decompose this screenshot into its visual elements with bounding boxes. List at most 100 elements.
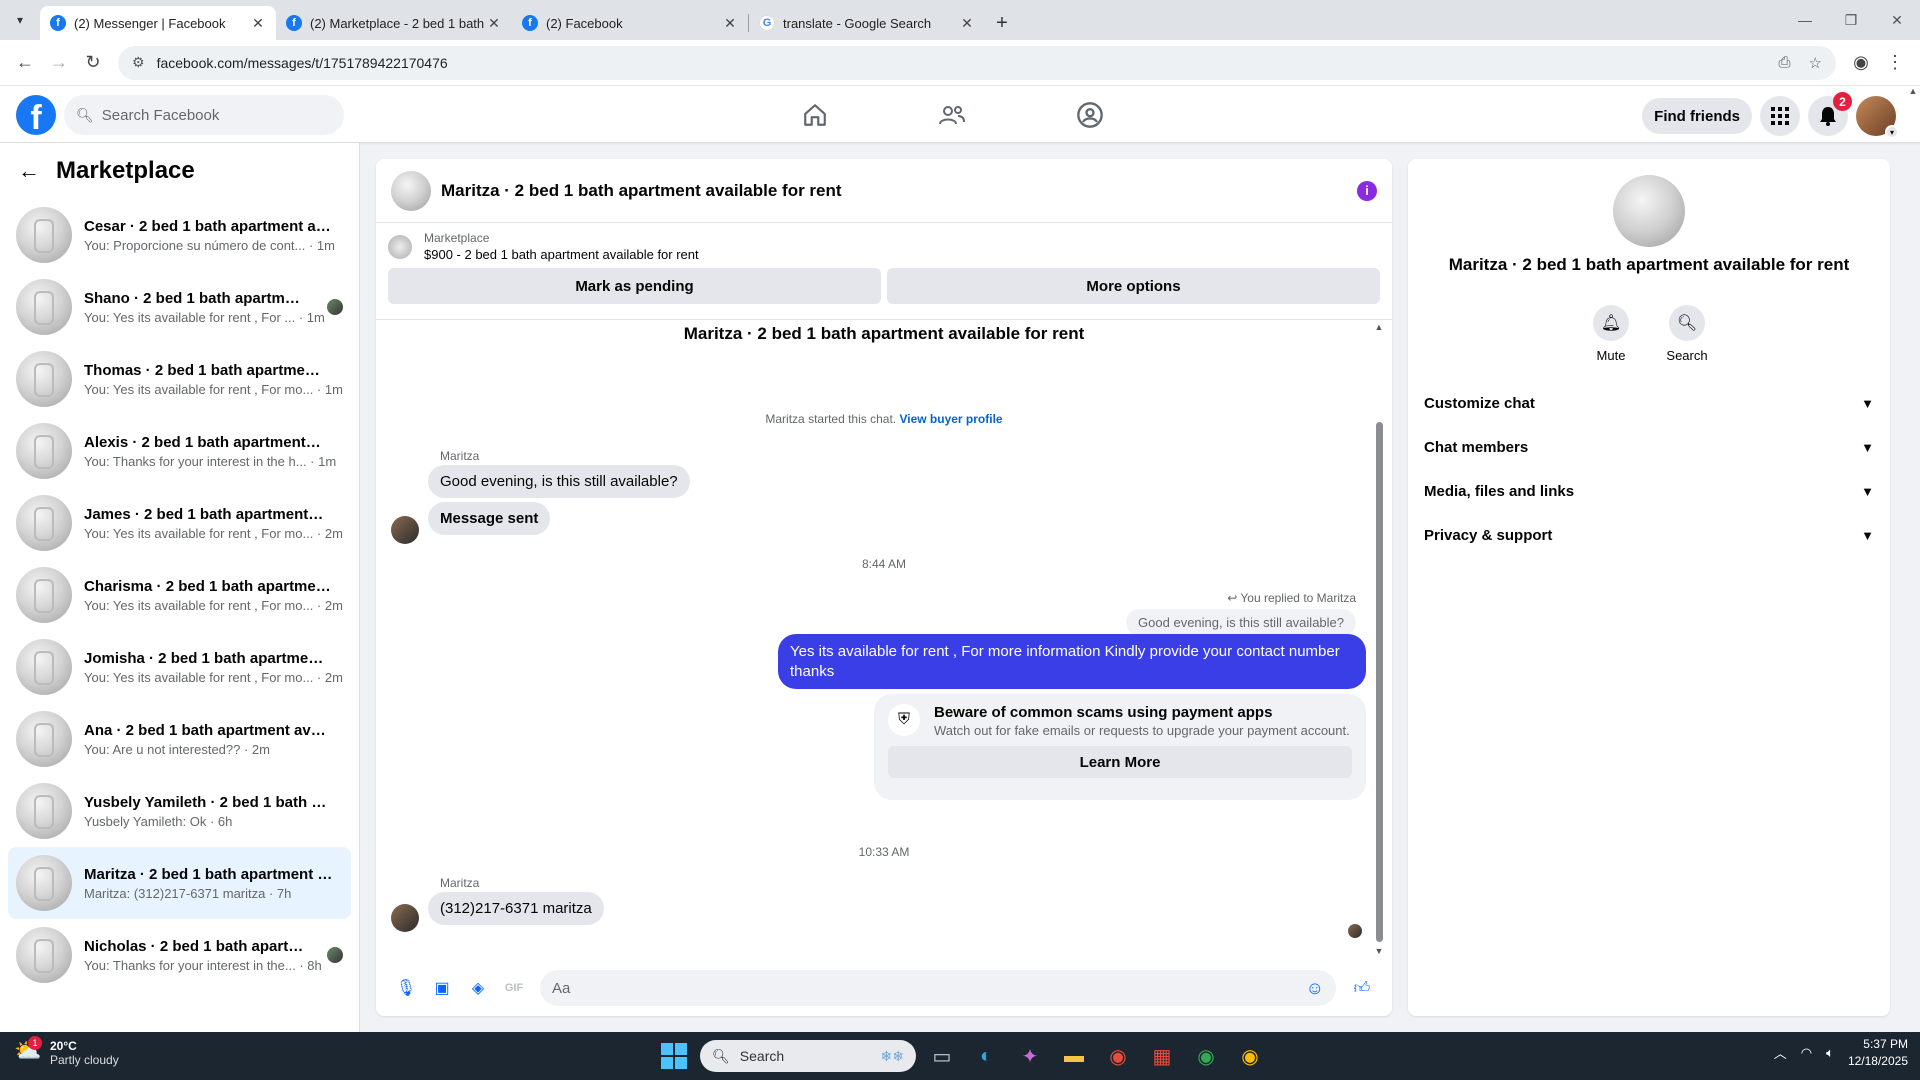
groups-nav-icon[interactable] xyxy=(1060,94,1120,136)
conversation-item[interactable]: Alexis · 2 bed 1 bath apartment availabl… xyxy=(8,415,351,487)
account-avatar[interactable]: ▾ xyxy=(1856,96,1899,139)
sender-avatar[interactable] xyxy=(391,516,419,544)
mark-as-pending-button[interactable]: Mark as pending xyxy=(388,268,881,304)
emoji-icon[interactable]: ☺ xyxy=(1306,978,1324,999)
conversation-item-active[interactable]: Maritza · 2 bed 1 bath apartment availab… xyxy=(8,847,351,919)
privacy-support-section[interactable]: Privacy & support ▼ xyxy=(1408,513,1890,557)
chrome-profile-icon[interactable]: ◉ xyxy=(1188,1038,1224,1074)
tab-title: (2) Facebook xyxy=(546,15,623,31)
gif-icon[interactable]: GIF xyxy=(496,970,532,1006)
media-files-links-section[interactable]: Media, files and links ▼ xyxy=(1408,469,1890,513)
incoming-message[interactable]: (312)217-6371 maritza xyxy=(428,892,604,925)
tab-search-chevron-icon[interactable]: ▾ xyxy=(0,0,40,40)
bookmark-star-icon[interactable]: ☆ xyxy=(1809,54,1822,72)
page-scrollbar[interactable]: ▲ xyxy=(1906,86,1920,1032)
forward-icon[interactable]: → xyxy=(42,46,76,80)
tab-messenger[interactable]: f (2) Messenger | Facebook ✕ xyxy=(40,6,276,40)
conversation-item[interactable]: James · 2 bed 1 bath apartment available… xyxy=(8,487,351,559)
site-info-icon[interactable]: ⚙ xyxy=(132,54,145,71)
conversation-item[interactable]: Thomas · 2 bed 1 bath apartment availabl… xyxy=(8,343,351,415)
mute-button[interactable]: 🔔︎ Mute xyxy=(1591,305,1631,363)
listing-thumbnail xyxy=(16,567,72,623)
friends-nav-icon[interactable] xyxy=(922,94,982,136)
url-bar[interactable]: ⚙ facebook.com/messages/t/17517894221704… xyxy=(118,45,1836,80)
minimize-icon[interactable]: — xyxy=(1782,0,1828,40)
chat-members-section[interactable]: Chat members ▼ xyxy=(1408,425,1890,469)
task-view-icon[interactable]: ▭ xyxy=(924,1038,960,1074)
clock[interactable]: 5:37 PM 12/18/2025 xyxy=(1848,1036,1908,1070)
conversation-avatar[interactable] xyxy=(1613,175,1685,247)
thumbs-up-icon[interactable]: 👍︎ xyxy=(1344,970,1380,1006)
microphone-icon[interactable]: 🎙︎ xyxy=(388,970,424,1006)
chrome-icon[interactable]: ◉ xyxy=(1100,1038,1136,1074)
tab-facebook[interactable]: f (2) Facebook ✕ xyxy=(512,6,748,40)
thread-scrollbar[interactable]: ▲ ▼ xyxy=(1374,322,1384,956)
browser-menu-icon[interactable]: ⋮ xyxy=(1878,46,1912,80)
notifications-bell-icon[interactable]: 2 xyxy=(1808,92,1852,136)
weather-widget[interactable]: ⛅ 1 20°C Partly cloudy xyxy=(14,1036,119,1068)
copilot-icon[interactable]: ✦ xyxy=(1012,1038,1048,1074)
message-input[interactable]: Aa ☺ xyxy=(540,970,1336,1006)
profile-icon[interactable]: ◉ xyxy=(1844,46,1878,80)
chat-avatar[interactable] xyxy=(391,170,431,211)
incoming-message[interactable]: Message sent xyxy=(428,502,551,535)
learn-more-button[interactable]: Learn More xyxy=(888,746,1352,778)
close-tab-icon[interactable]: ✕ xyxy=(959,15,975,32)
file-explorer-icon[interactable]: ▬ xyxy=(1056,1038,1092,1074)
find-friends-button[interactable]: Find friends xyxy=(1642,98,1752,134)
scroll-up-icon[interactable]: ▲ xyxy=(1374,322,1384,332)
sender-avatar[interactable] xyxy=(391,904,419,932)
volume-icon[interactable]: 🔈︎ xyxy=(1826,1045,1834,1061)
close-tab-icon[interactable]: ✕ xyxy=(250,15,266,32)
facebook-search-input[interactable]: 🔍︎ Search Facebook xyxy=(64,95,344,135)
restore-icon[interactable]: ❐ xyxy=(1828,0,1874,40)
conversation-item[interactable]: Charisma · 2 bed 1 bath apartment availa… xyxy=(8,559,351,631)
listing-thumbnail xyxy=(16,855,72,911)
new-tab-button[interactable]: + xyxy=(985,6,1019,40)
wifi-icon[interactable]: ◠ xyxy=(1801,1045,1812,1061)
quoted-message[interactable]: Good evening, is this still available? xyxy=(1126,609,1356,636)
edge-icon[interactable]: ◐ xyxy=(968,1038,1004,1074)
close-window-icon[interactable]: ✕ xyxy=(1874,0,1920,40)
thread-title: Maritza · 2 bed 1 bath apartment availab… xyxy=(683,324,1085,343)
windows-start-icon[interactable] xyxy=(656,1038,692,1074)
facebook-logo[interactable]: f xyxy=(16,95,56,135)
home-nav-icon[interactable] xyxy=(785,94,845,136)
menu-grid-icon[interactable] xyxy=(1760,96,1800,136)
chat-title[interactable]: Maritza · 2 bed 1 bath apartment availab… xyxy=(441,181,1357,201)
office-app-icon[interactable]: ▦ xyxy=(1144,1038,1180,1074)
conversation-item[interactable]: Ana · 2 bed 1 bath apartment available f… xyxy=(8,703,351,775)
info-icon[interactable]: i xyxy=(1357,180,1377,201)
tab-marketplace[interactable]: f (2) Marketplace - 2 bed 1 bath ✕ xyxy=(276,6,512,40)
chrome-profile-2-icon[interactable]: ◉ xyxy=(1232,1038,1268,1074)
url-text[interactable]: facebook.com/messages/t/1751789422170476 xyxy=(157,55,1761,71)
back-icon[interactable]: ← xyxy=(8,46,42,80)
customize-chat-section[interactable]: Customize chat ▼ xyxy=(1408,381,1890,425)
tray-overflow-icon[interactable]: ︿ xyxy=(1774,1043,1787,1062)
scroll-down-icon[interactable]: ▼ xyxy=(1374,946,1384,956)
conversation-item[interactable]: Nicholas · 2 bed 1 bath apartment availa… xyxy=(8,919,351,991)
taskbar-search[interactable]: 🔍︎ Search ❄❄ xyxy=(700,1040,916,1072)
incoming-message[interactable]: Good evening, is this still available? xyxy=(428,465,690,498)
install-app-icon[interactable]: ⎙ xyxy=(1779,54,1791,71)
view-buyer-profile-link[interactable]: View buyer profile xyxy=(899,412,1002,426)
listing-actions: Mark as pending More options xyxy=(376,262,1392,310)
back-arrow-icon[interactable]: ← xyxy=(18,158,40,184)
reload-icon[interactable]: ↻ xyxy=(76,46,110,80)
tab-google-translate[interactable]: G translate - Google Search ✕ xyxy=(749,6,985,40)
scroll-up-icon[interactable]: ▲ xyxy=(1906,86,1920,96)
message-composer: 🎙︎ ▣ ◈ GIF Aa ☺ 👍︎ xyxy=(376,960,1392,1016)
photo-icon[interactable]: ▣ xyxy=(424,970,460,1006)
scrollbar-thumb[interactable] xyxy=(1375,422,1383,942)
conversation-item[interactable]: Jomisha · 2 bed 1 bath apartment availab… xyxy=(8,631,351,703)
sticker-icon[interactable]: ◈ xyxy=(460,970,496,1006)
outgoing-message[interactable]: Yes its available for rent , For more in… xyxy=(778,634,1366,689)
conversation-item[interactable]: Yusbely Yamileth · 2 bed 1 bath apartmen… xyxy=(8,775,351,847)
close-tab-icon[interactable]: ✕ xyxy=(486,15,502,32)
listing-summary[interactable]: Marketplace $900 - 2 bed 1 bath apartmen… xyxy=(376,223,1392,262)
conversation-item[interactable]: Cesar · 2 bed 1 bath apartment available… xyxy=(8,199,351,271)
close-tab-icon[interactable]: ✕ xyxy=(722,15,738,32)
more-options-button[interactable]: More options xyxy=(887,268,1380,304)
conversation-item[interactable]: Shano · 2 bed 1 bath apartment available… xyxy=(8,271,351,343)
search-conversation-button[interactable]: 🔍︎ Search xyxy=(1666,305,1708,363)
